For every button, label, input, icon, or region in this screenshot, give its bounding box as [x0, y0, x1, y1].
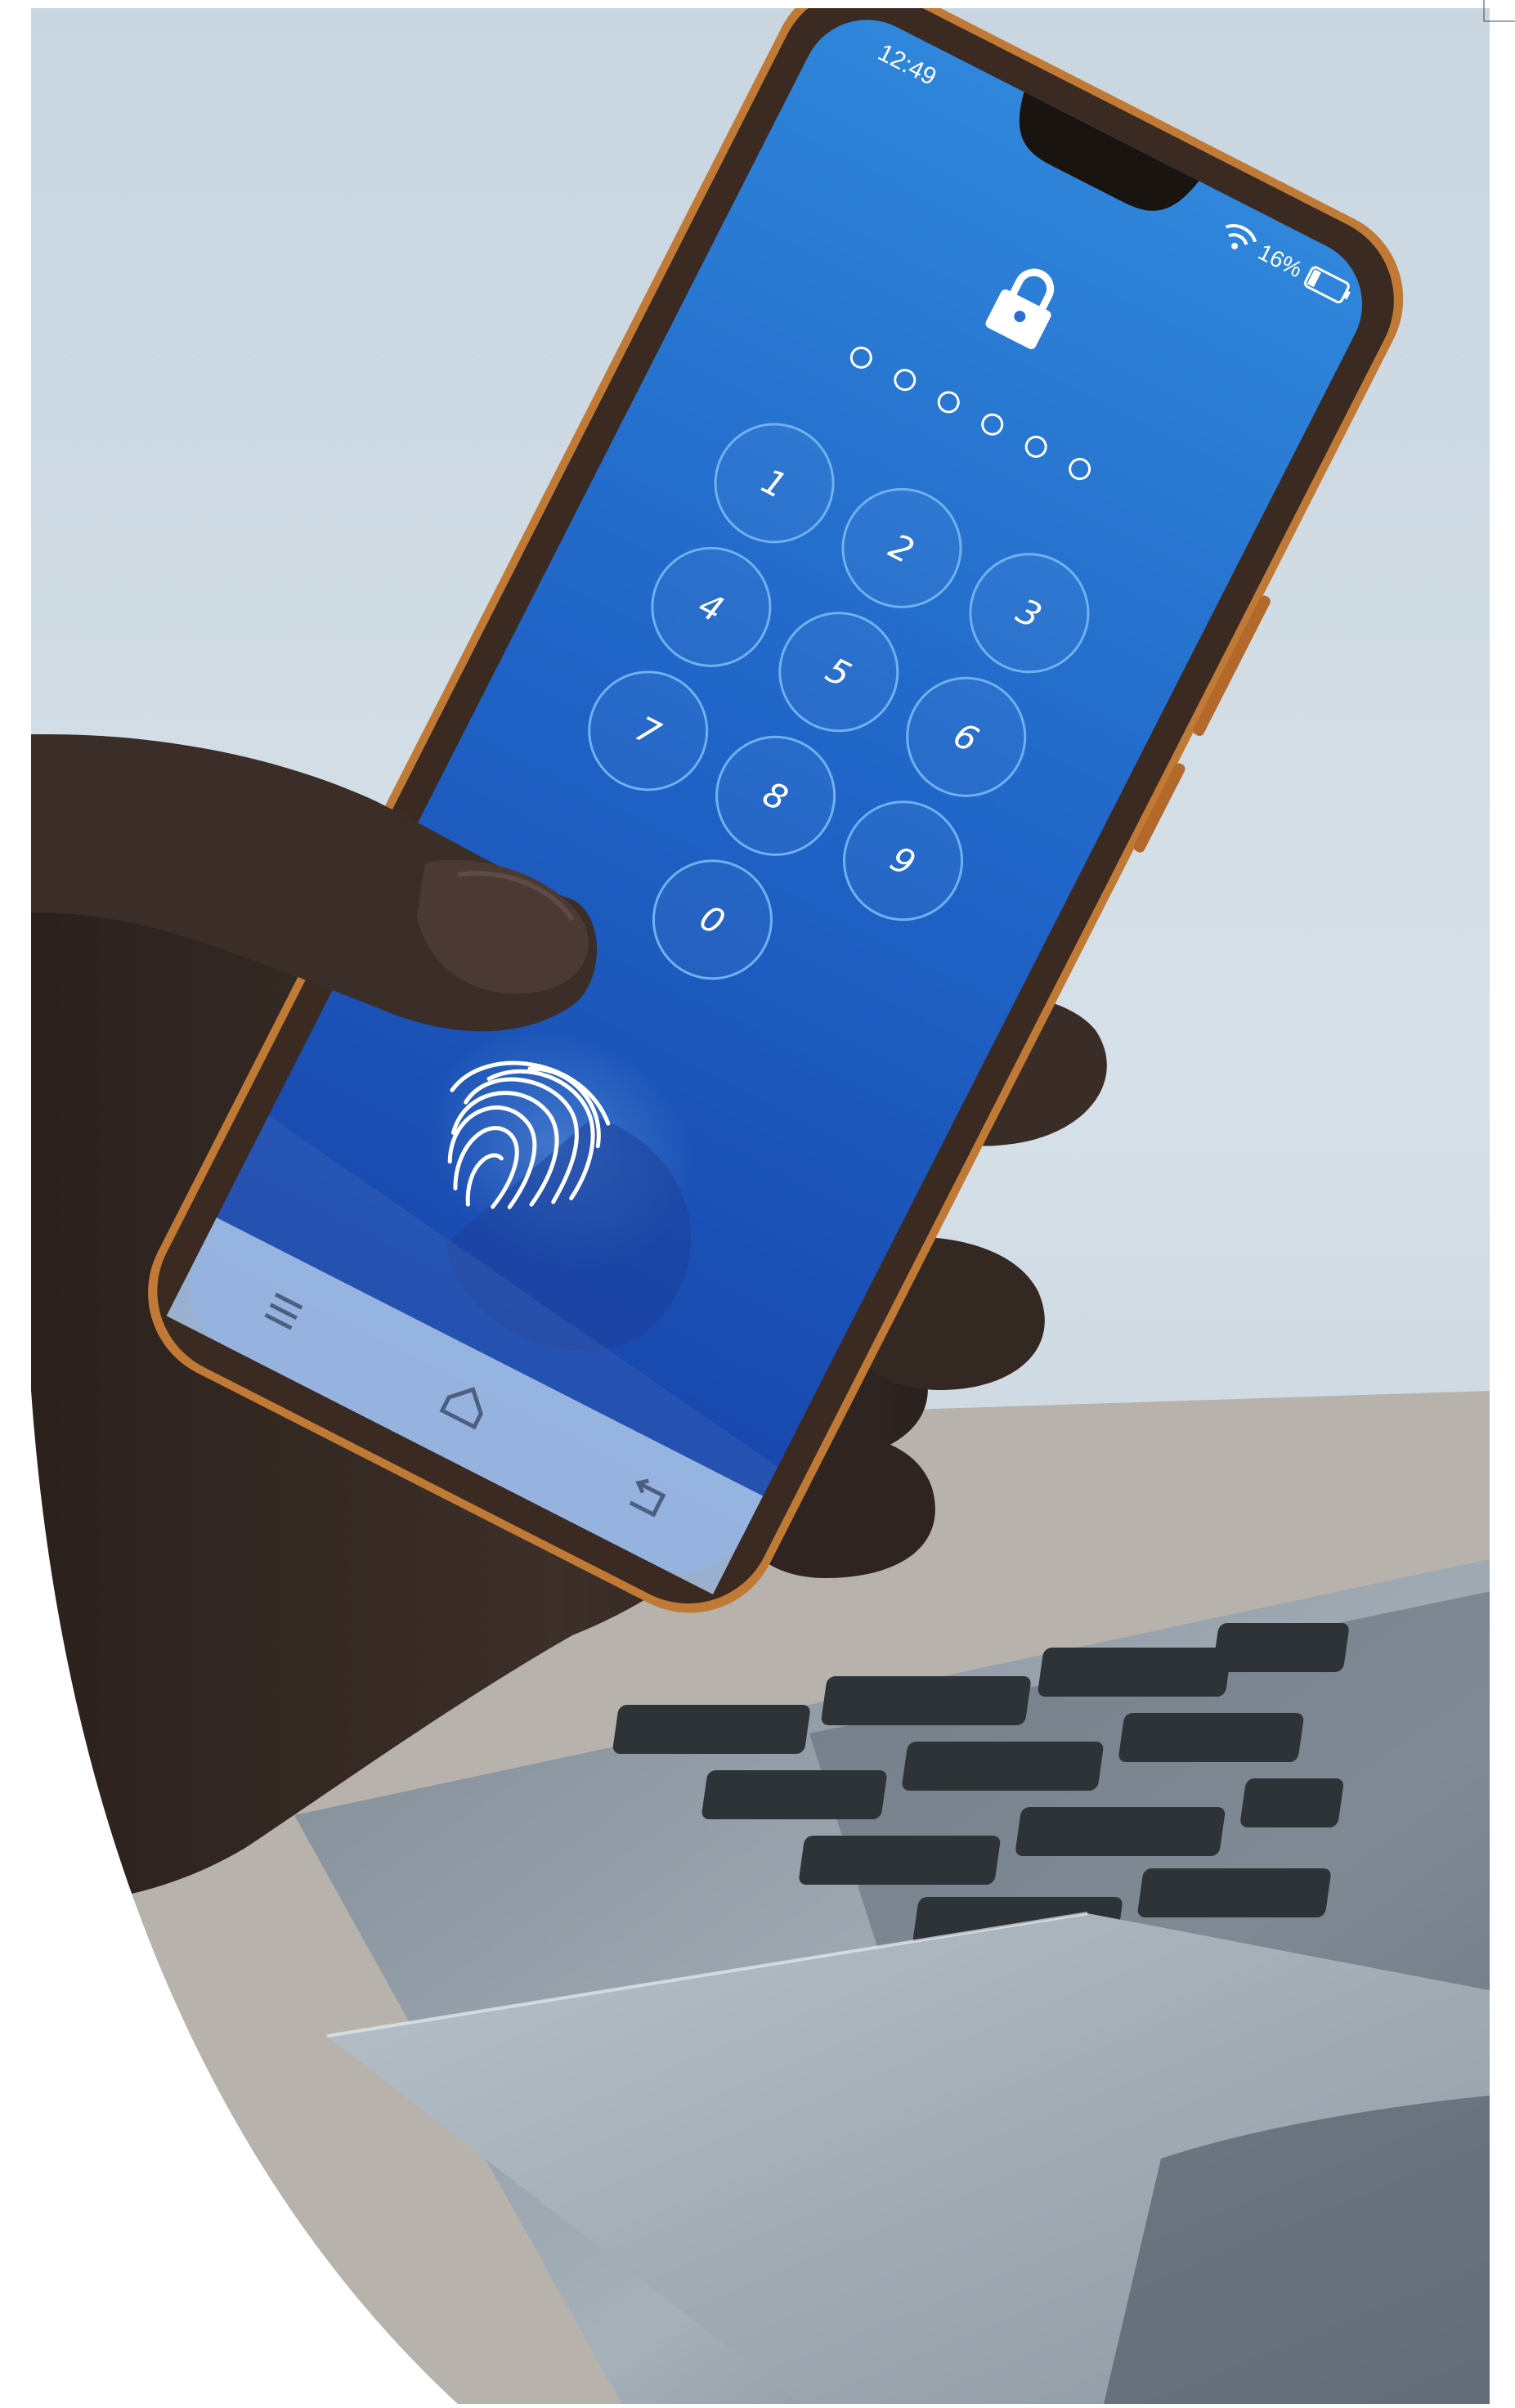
photo-scene: 12:49 16% 1 2 3 4 5 6 7 8 9 0 [0, 0, 1515, 2404]
photo-illustration: 12:49 16% 1234567890 [31, 0, 1515, 2404]
